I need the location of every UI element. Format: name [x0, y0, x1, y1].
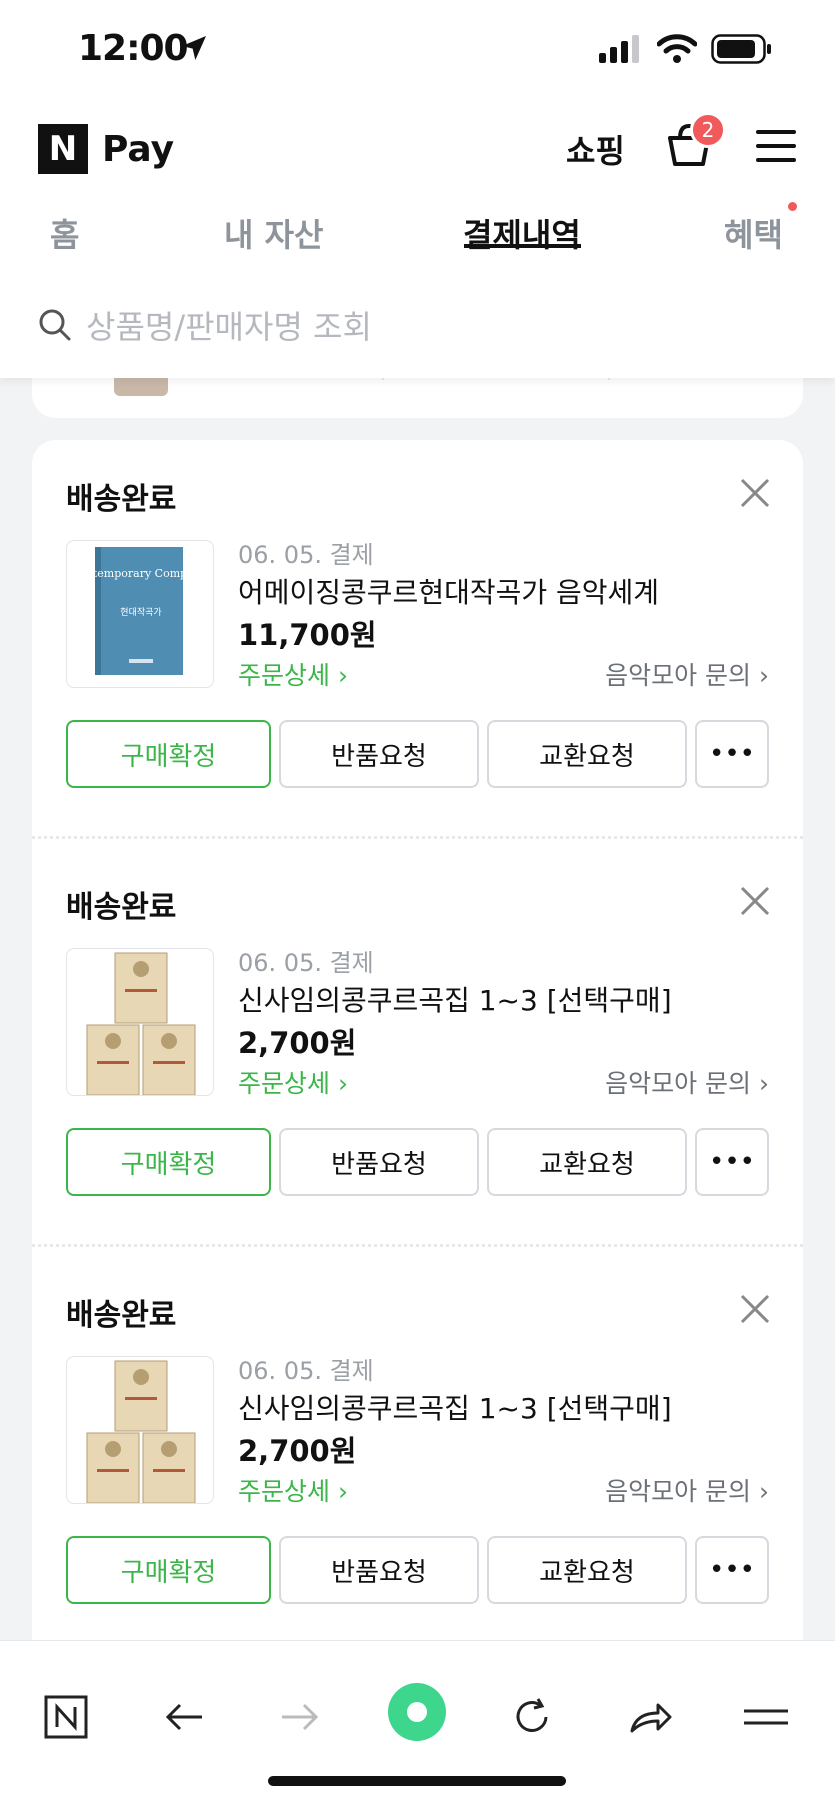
- product-price: 2,700원: [238, 1026, 357, 1060]
- search-bar[interactable]: 상품명/판매자명 조회: [38, 302, 372, 348]
- status-icons: [599, 34, 773, 64]
- order-detail-link[interactable]: 주문상세 ›: [238, 656, 348, 692]
- more-icon: •••: [708, 739, 755, 769]
- tab-home[interactable]: 홈: [50, 210, 79, 256]
- more-options-button[interactable]: •••: [695, 720, 769, 788]
- benefits-notification-dot: [788, 202, 797, 211]
- order-status: 배송완료: [66, 482, 177, 517]
- chevron-right-icon: ›: [759, 1477, 769, 1506]
- green-dot-home-icon[interactable]: [388, 1683, 446, 1741]
- order-date: 06. 05. 결제: [238, 541, 374, 569]
- order-date: 06. 05. 결제: [238, 1357, 374, 1385]
- close-icon[interactable]: [738, 476, 772, 510]
- order-detail-label: 주문상세: [238, 661, 331, 690]
- seller-inquiry-link[interactable]: 음악모아 문의 ›: [605, 1472, 769, 1508]
- battery-icon: [711, 34, 771, 64]
- status-bar: 12:00: [0, 0, 835, 92]
- location-arrow-icon: [182, 36, 206, 60]
- order-detail-label: 주문상세: [238, 1477, 331, 1506]
- forward-arrow-icon[interactable]: [276, 1693, 324, 1741]
- more-options-button[interactable]: •••: [695, 1128, 769, 1196]
- tab-payment-history[interactable]: 결제내역: [463, 210, 581, 256]
- header: N Pay 쇼핑 2 홈 내 자산 결제내역 혜택 상품명/판매자명 조회: [0, 92, 835, 378]
- order-detail-link[interactable]: 주문상세 ›: [238, 1472, 348, 1508]
- back-arrow-icon[interactable]: [160, 1693, 208, 1741]
- close-icon[interactable]: [738, 1292, 772, 1326]
- naver-pay-logo[interactable]: N Pay: [38, 124, 174, 174]
- product-price: 11,700원: [238, 618, 377, 652]
- home-indicator: [268, 1776, 566, 1786]
- product-price: 2,700원: [238, 1434, 357, 1468]
- order-date: 06. 05. 결제: [238, 949, 374, 977]
- beige-books-image: [86, 1360, 196, 1503]
- search-icon: [39, 309, 71, 341]
- close-icon[interactable]: [738, 884, 772, 918]
- order-divider: [32, 836, 803, 839]
- more-options-button[interactable]: •••: [695, 1536, 769, 1604]
- seller-inquiry-link[interactable]: 음악모아 문의 ›: [605, 656, 769, 692]
- confirm-purchase-button[interactable]: 구매확정: [66, 720, 271, 788]
- naver-home-icon[interactable]: [42, 1693, 90, 1741]
- shopping-link[interactable]: 쇼핑: [566, 126, 625, 172]
- chevron-right-icon: ›: [759, 1069, 769, 1098]
- product-thumbnail[interactable]: Contemporary Composer 현대작곡가: [66, 540, 214, 688]
- chevron-right-icon: ›: [337, 661, 348, 690]
- product-title[interactable]: 신사임의콩쿠르곡집 1~3 [선택구매]: [238, 979, 672, 1019]
- seller-inquiry-label: 음악모아 문의: [605, 661, 752, 690]
- order-item: 배송완료 06. 05. 결제 신사임의콩쿠르곡집 1~3 [선택구매] 2,7…: [32, 848, 803, 1256]
- tab-my-assets[interactable]: 내 자산: [224, 210, 323, 256]
- tab-benefits[interactable]: 혜택: [724, 210, 783, 256]
- status-time: 12:00: [78, 28, 189, 69]
- chevron-right-icon: ›: [337, 1069, 348, 1098]
- book-cover-subtitle: 현대작곡가: [120, 607, 161, 618]
- return-request-button[interactable]: 반품요청: [279, 1128, 479, 1196]
- order-detail-link[interactable]: 주문상세 ›: [238, 1064, 348, 1100]
- order-detail-label: 주문상세: [238, 1069, 331, 1098]
- blue-book-image: Contemporary Composer 현대작곡가: [71, 547, 212, 675]
- refresh-icon[interactable]: [508, 1693, 556, 1741]
- return-request-button[interactable]: 반품요청: [279, 1536, 479, 1604]
- logo-letter: N: [38, 124, 88, 174]
- search-input[interactable]: 상품명/판매자명 조회: [86, 302, 372, 348]
- cart-badge: 2: [690, 112, 726, 148]
- share-icon[interactable]: [626, 1693, 674, 1741]
- menu-icon[interactable]: [756, 130, 796, 164]
- confirm-purchase-button[interactable]: 구매확정: [66, 1128, 271, 1196]
- seller-inquiry-label: 음악모아 문의: [605, 1069, 752, 1098]
- order-divider: [32, 1244, 803, 1247]
- order-list: 배송완료 Contemporary Composer 현대작곡가 06. 05.…: [32, 440, 803, 1640]
- signal-icon: [599, 35, 639, 63]
- chevron-right-icon: ›: [759, 661, 769, 690]
- exchange-request-button[interactable]: 교환요청: [487, 720, 687, 788]
- seller-inquiry-label: 음악모아 문의: [605, 1477, 752, 1506]
- product-thumbnail[interactable]: [66, 948, 214, 1096]
- book-cover-title: Contemporary Composer: [71, 567, 212, 580]
- order-item: 배송완료 06. 05. 결제 신사임의콩쿠르곡집 1~3 [선택구매] 2,7…: [32, 1256, 803, 1640]
- seller-inquiry-link[interactable]: 음악모아 문의 ›: [605, 1064, 769, 1100]
- order-status: 배송완료: [66, 1298, 177, 1333]
- product-title[interactable]: 신사임의콩쿠르곡집 1~3 [선택구매]: [238, 1387, 672, 1427]
- return-request-button[interactable]: 반품요청: [279, 720, 479, 788]
- order-item: 배송완료 Contemporary Composer 현대작곡가 06. 05.…: [32, 440, 803, 848]
- order-status: 배송완료: [66, 890, 177, 925]
- exchange-request-button[interactable]: 교환요청: [487, 1536, 687, 1604]
- more-icon: •••: [708, 1555, 755, 1585]
- wifi-icon: [657, 34, 697, 63]
- active-tab-indicator: [464, 244, 581, 248]
- product-title[interactable]: 어메이징콩쿠르현대작곡가 음악세계: [238, 571, 659, 611]
- exchange-request-button[interactable]: 교환요청: [487, 1128, 687, 1196]
- browser-menu-icon[interactable]: [742, 1693, 790, 1741]
- tab-bar: 홈 내 자산 결제내역 혜택: [0, 210, 835, 270]
- chevron-right-icon: ›: [337, 1477, 348, 1506]
- more-icon: •••: [708, 1147, 755, 1177]
- beige-books-image: [86, 952, 196, 1095]
- logo-text: Pay: [102, 128, 175, 170]
- confirm-purchase-button[interactable]: 구매확정: [66, 1536, 271, 1604]
- product-thumbnail[interactable]: [66, 1356, 214, 1504]
